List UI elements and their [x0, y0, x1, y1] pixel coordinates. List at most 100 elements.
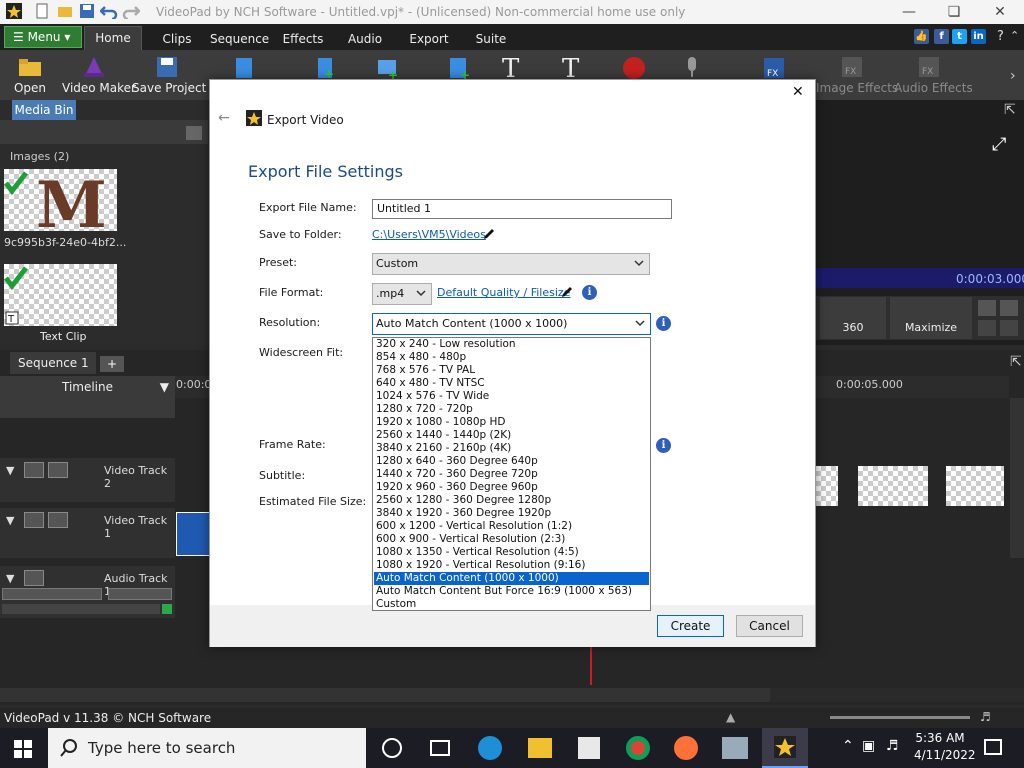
redo-icon[interactable] — [122, 3, 140, 19]
format-info-icon[interactable]: i — [582, 285, 597, 300]
video-maker-button[interactable]: Video Maker — [62, 54, 136, 95]
add-image-icon[interactable]: + — [376, 56, 400, 80]
media-item-text-clip[interactable]: T — [4, 264, 117, 326]
resolution-option[interactable]: 768 x 576 - TV PAL — [374, 364, 649, 377]
ribbon-collapse-icon[interactable]: ⌃ — [1010, 29, 1019, 42]
toolbar-overflow-icon[interactable]: › — [1010, 68, 1016, 84]
fullscreen-icon[interactable]: ⤢ — [992, 134, 1006, 155]
collapse-up-icon[interactable]: ▲ — [726, 710, 735, 724]
cancel-button[interactable]: Cancel — [736, 615, 803, 637]
media-item-image[interactable]: M — [4, 169, 117, 231]
expand-arrow-icon[interactable]: ▼ — [6, 572, 14, 585]
remote-desktop-icon[interactable] — [722, 737, 748, 759]
audio-effects-button[interactable]: FX Audio Effects — [894, 54, 973, 95]
resolution-option[interactable]: 1920 x 960 - 360 Degree 960p — [374, 481, 649, 494]
tab-export[interactable]: Export — [406, 28, 452, 50]
frame-rate-info-icon[interactable]: i — [656, 438, 671, 453]
tab-home[interactable]: Home — [84, 26, 142, 50]
video-effects-icon[interactable]: FX — [762, 56, 786, 80]
group-icon[interactable] — [48, 512, 68, 528]
back-arrow-icon[interactable]: ← — [218, 110, 230, 126]
resolution-option[interactable]: 1080 x 1350 - Vertical Resolution (4:5) — [374, 546, 649, 559]
folder-link[interactable]: C:\Users\VM5\Videos — [372, 228, 486, 241]
create-button[interactable]: Create — [657, 615, 724, 637]
zoom-out-icon[interactable] — [978, 300, 996, 316]
playhead[interactable] — [590, 645, 592, 685]
fit-icon[interactable] — [978, 320, 996, 336]
save-icon[interactable] — [79, 3, 95, 19]
twitter-icon[interactable]: t — [952, 29, 967, 44]
tab-clips[interactable]: Clips — [156, 28, 198, 50]
resolution-option[interactable]: 3840 x 1920 - 360 Degree 1920p — [374, 507, 649, 520]
open-button[interactable]: Open — [12, 54, 48, 95]
add-files-icon[interactable]: + — [314, 56, 338, 80]
store-icon[interactable] — [578, 737, 600, 759]
tab-sequence-1[interactable]: Sequence 1 ✕ — [10, 352, 96, 392]
expand-arrow-icon[interactable]: ▼ — [6, 464, 14, 477]
resolution-option[interactable]: 2560 x 1280 - 360 Degree 1280p — [374, 494, 649, 507]
quality-filesize-link[interactable]: Default Quality / Filesize — [437, 286, 570, 299]
resolution-option[interactable]: 600 x 1200 - Vertical Resolution (1:2) — [374, 520, 649, 533]
add-blank-icon[interactable]: + — [448, 56, 472, 80]
record-icon[interactable] — [622, 56, 646, 80]
resolution-option[interactable]: 1440 x 720 - 360 Degree 720p — [374, 468, 649, 481]
volume-icon[interactable]: ♬ — [886, 738, 899, 754]
chrome-icon[interactable] — [626, 736, 650, 760]
horizontal-scrollbar[interactable] — [0, 688, 770, 702]
edit-folder-pencil-icon[interactable] — [482, 227, 496, 241]
cortana-icon[interactable] — [382, 738, 402, 758]
zoom-in-icon[interactable] — [1000, 300, 1018, 316]
tab-effects[interactable]: Effects — [280, 28, 326, 50]
tab-suite[interactable]: Suite — [474, 28, 508, 50]
task-view-icon[interactable] — [430, 740, 450, 756]
resolution-option[interactable]: 600 x 900 - Vertical Resolution (2:3) — [374, 533, 649, 546]
file-explorer-icon[interactable] — [528, 738, 552, 758]
notifications-icon[interactable] — [984, 739, 1002, 755]
videopad-taskbar-button[interactable] — [762, 728, 808, 768]
network-icon[interactable]: ▣ — [862, 738, 875, 754]
resolution-option[interactable]: Auto Match Content But Force 16:9 (1000 … — [374, 585, 649, 598]
360-button[interactable]: 360 — [820, 297, 886, 339]
timeline-undock-icon[interactable]: ⇱ — [1010, 354, 1022, 370]
maximize-button[interactable]: Maximize — [890, 297, 972, 339]
timeline-clip-text-b[interactable] — [858, 466, 928, 506]
timeline-clip-text-a[interactable] — [816, 466, 838, 506]
edge-icon[interactable] — [478, 736, 502, 760]
resolution-option[interactable]: 1080 x 1920 - Vertical Resolution (9:16) — [374, 559, 649, 572]
tray-chevron-icon[interactable]: ⌃ — [842, 738, 854, 754]
resolution-option[interactable]: 1024 x 576 - TV Wide — [374, 390, 649, 403]
timeline-zoom-controls[interactable] — [770, 688, 1024, 702]
resolution-option[interactable]: 854 x 480 - 480p — [374, 351, 649, 364]
taskbar-search[interactable]: Type here to search — [48, 728, 366, 768]
add-sequence-button[interactable]: + — [100, 356, 124, 372]
master-volume-slider[interactable] — [830, 716, 970, 719]
resolution-option[interactable]: 3840 x 2160 - 2160p (4K) — [374, 442, 649, 455]
resolution-option[interactable]: 1280 x 720 - 720p — [374, 403, 649, 416]
new-file-icon[interactable] — [34, 3, 50, 19]
preset-dropdown[interactable]: Custom — [372, 253, 650, 275]
timeline-view-dropdown[interactable]: Timeline ▼ — [0, 376, 175, 398]
resolution-option[interactable]: 1920 x 1080 - 1080p HD — [374, 416, 649, 429]
export-video-icon[interactable] — [234, 56, 258, 80]
speaker-icon[interactable] — [24, 570, 44, 586]
facebook-icon[interactable]: f — [934, 29, 949, 44]
tab-audio[interactable]: Audio — [344, 28, 386, 50]
eye-icon[interactable] — [24, 512, 44, 528]
tab-media-bin[interactable]: Media Bin — [12, 100, 76, 120]
format-dropdown[interactable]: .mp4 — [372, 283, 432, 305]
resolution-option[interactable]: 640 x 480 - TV NTSC — [374, 377, 649, 390]
save-project-button[interactable]: Save Project — [132, 54, 206, 95]
image-effects-button[interactable]: FX Image Effects — [816, 54, 898, 95]
timeline-clip[interactable] — [176, 512, 210, 556]
close-window-button[interactable]: ✕ — [977, 0, 1023, 24]
open-folder-icon[interactable] — [57, 3, 73, 19]
resolution-option[interactable]: Custom — [374, 598, 649, 611]
expand-arrow-icon[interactable]: ▼ — [6, 514, 14, 527]
speaker-icon[interactable]: ♬ — [980, 710, 991, 724]
trash-icon[interactable] — [186, 126, 202, 140]
resolution-option[interactable]: 320 x 240 - Low resolution — [374, 338, 649, 351]
restore-button[interactable]: ❏ — [931, 0, 977, 24]
resolution-option[interactable]: 2560 x 1440 - 1440p (2K) — [374, 429, 649, 442]
thumbs-up-icon[interactable]: 👍 — [914, 29, 929, 44]
resolution-dropdown[interactable]: Auto Match Content (1000 x 1000) — [372, 313, 651, 335]
